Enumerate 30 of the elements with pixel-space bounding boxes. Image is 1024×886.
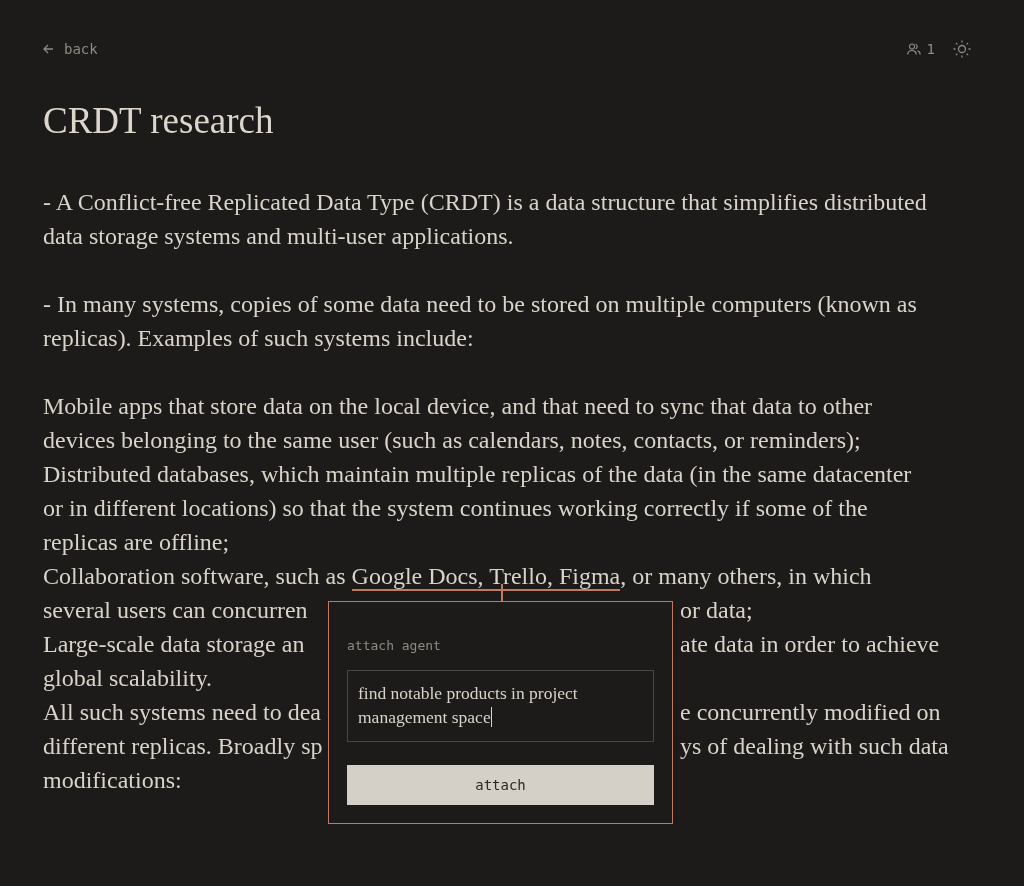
text-line: ys of dealing with such data — [680, 732, 949, 761]
text-line: e concurrently modified on — [680, 698, 941, 727]
users-count: 1 — [926, 41, 935, 57]
attach-button[interactable]: attach — [347, 765, 654, 805]
text-line: replicas). Examples of such systems include: — [43, 324, 474, 353]
text-line: All such systems need to dea — [43, 698, 321, 727]
text-line: several users can concurren — [43, 596, 308, 625]
text-line: data storage systems and multi-user applications. — [43, 222, 514, 251]
popup-label: attach agent — [347, 638, 442, 653]
users-indicator[interactable]: 1 — [906, 41, 935, 57]
text-line: - A Conflict-free Replicated Data Type (CRDT) is a data structure that simplifies distributed — [43, 188, 927, 217]
text-line: or data; — [680, 596, 753, 625]
back-link[interactable]: back — [43, 41, 98, 57]
text-line: different replicas. Broadly sp — [43, 732, 323, 761]
prompt-input-field[interactable]: find notable products in project management space — [347, 670, 654, 742]
arrow-left-icon — [43, 44, 54, 54]
page-title: CRDT research — [43, 99, 275, 143]
text-line: - In many systems, copies of some data need to be stored on multiple computers (known as — [43, 290, 917, 319]
text-line: replicas are offline; — [43, 528, 230, 557]
text-line: or in different locations) so that the system continues working correctly if some of the — [43, 494, 868, 523]
text-line: modifications: — [43, 766, 182, 795]
text-line: ate data in order to achieve — [680, 630, 940, 659]
users-icon — [906, 43, 921, 55]
text-line: devices belonging to the same user (such as calendars, notes, contacts, or reminders); — [43, 426, 861, 455]
text-line: global scalability. — [43, 664, 213, 693]
text-line: Collaboration software, such as Google Docs, Trello, Figma, or many others, in which — [43, 562, 872, 593]
text-line: Distributed databases, which maintain multiple replicas of the data (in the same datacenter — [43, 460, 912, 489]
text-line: Mobile apps that store data on the local device, and that need to sync that data to other — [43, 392, 873, 421]
sun-icon[interactable] — [953, 40, 971, 58]
text-line: Large-scale data storage an — [43, 630, 305, 659]
